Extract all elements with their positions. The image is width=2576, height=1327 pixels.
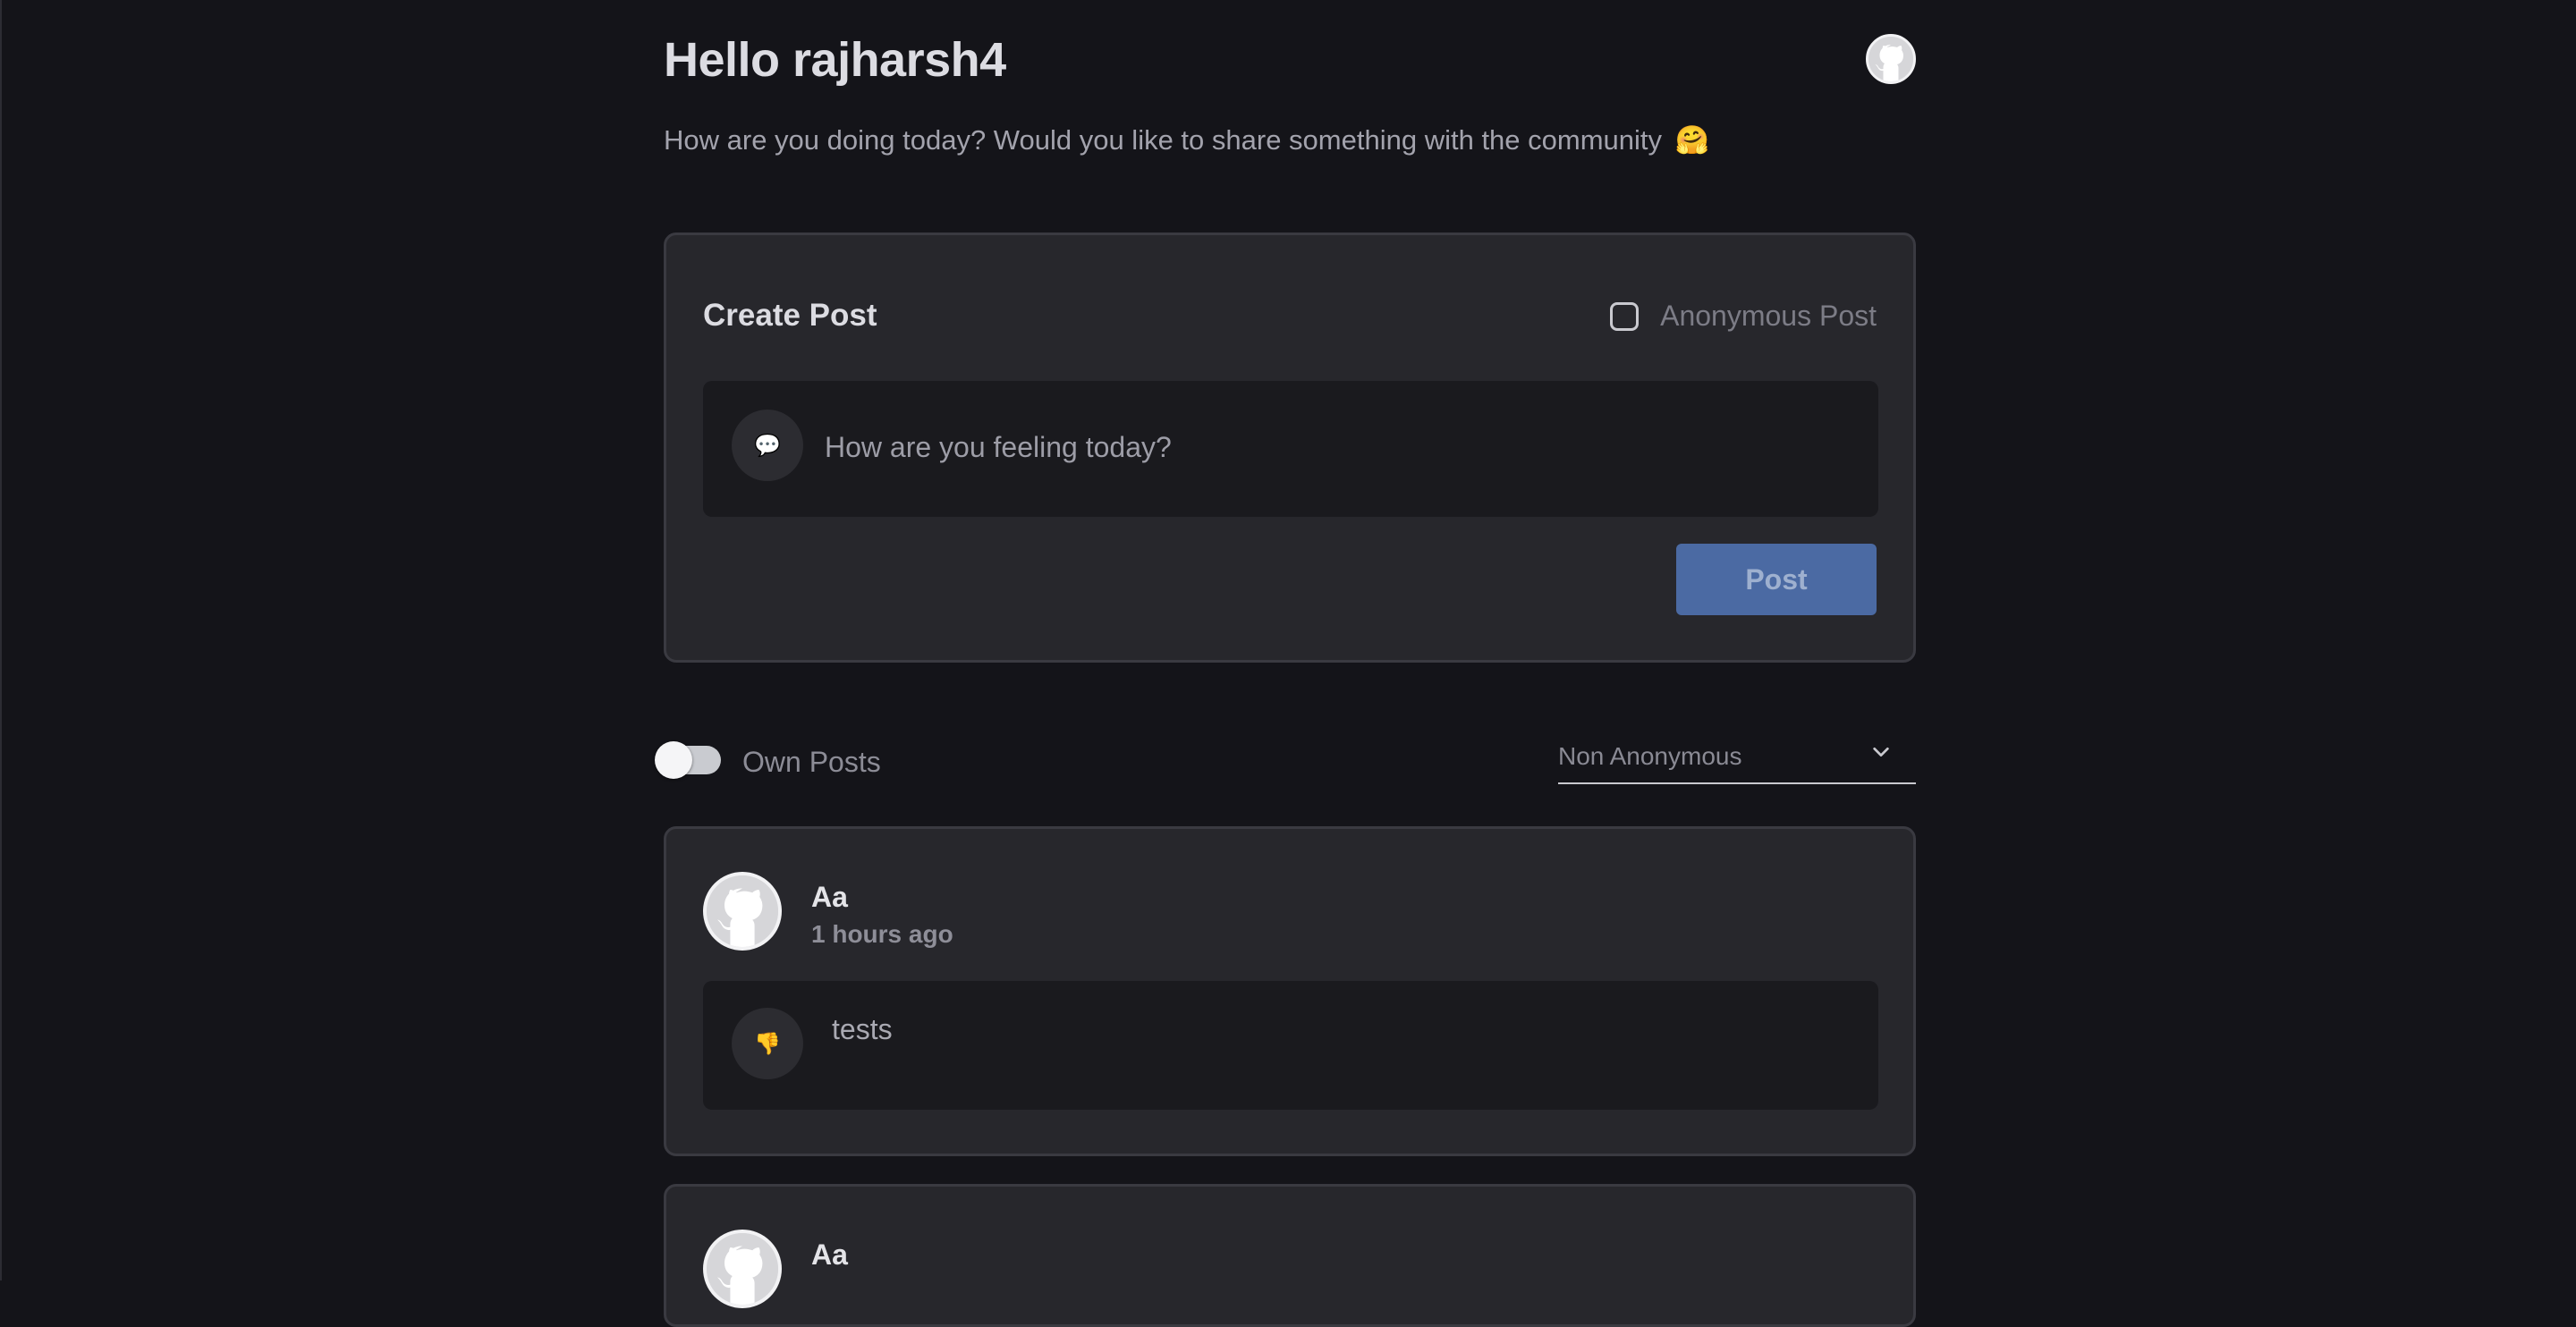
main-column: Hello rajharsh4 How are you doing today?… xyxy=(655,0,1916,1327)
page-subtitle: How are you doing today? Would you like … xyxy=(664,123,1709,156)
visibility-select[interactable]: Non Anonymous xyxy=(1558,733,1916,784)
post-timestamp: 1 hours ago xyxy=(811,920,953,948)
hugging-face-emoji: 🤗 xyxy=(1674,124,1710,156)
speech-bubble-icon[interactable]: 💬 xyxy=(732,410,803,481)
visibility-select-value[interactable]: Non Anonymous xyxy=(1558,742,1741,771)
subtitle-text: How are you doing today? Would you like … xyxy=(664,124,1663,156)
thumbs-down-icon[interactable]: 👎 xyxy=(732,1008,803,1079)
post-card: Aa 1 hours ago 👎 tests xyxy=(664,826,1916,1156)
post-input-field[interactable]: 💬 How are you feeling today? xyxy=(703,381,1878,517)
create-post-title: Create Post xyxy=(703,298,877,333)
own-posts-label[interactable]: Own Posts xyxy=(742,746,881,779)
author-avatar xyxy=(703,1230,782,1308)
post-content: 👎 tests xyxy=(703,981,1878,1110)
anonymous-post-label[interactable]: Anonymous Post xyxy=(1660,300,1877,333)
feed-controls: Own Posts Non Anonymous xyxy=(655,733,1916,805)
author-avatar xyxy=(703,872,782,951)
chevron-down-icon[interactable] xyxy=(1871,742,1891,762)
post-author: Aa xyxy=(811,881,848,913)
anonymous-post-checkbox[interactable] xyxy=(1610,301,1640,331)
own-posts-toggle[interactable] xyxy=(655,741,721,779)
page-title: Hello rajharsh4 xyxy=(664,33,1006,87)
user-avatar-button[interactable] xyxy=(1866,34,1916,84)
github-octocat-icon xyxy=(707,875,778,947)
anonymous-post-option[interactable]: Anonymous Post xyxy=(1610,300,1877,333)
post-button[interactable]: Post xyxy=(1676,544,1877,615)
post-author: Aa xyxy=(811,1238,848,1271)
create-post-card: Create Post Anonymous Post 💬 How are you… xyxy=(664,232,1916,663)
post-card: Aa xyxy=(664,1184,1916,1327)
app-page: Hello rajharsh4 How are you doing today?… xyxy=(0,0,2576,1327)
post-text: tests xyxy=(832,1013,893,1045)
github-octocat-icon xyxy=(1868,37,1913,81)
post-input-placeholder[interactable]: How are you feeling today? xyxy=(825,431,1172,464)
github-octocat-icon xyxy=(707,1233,778,1305)
toggle-knob[interactable] xyxy=(655,741,692,779)
